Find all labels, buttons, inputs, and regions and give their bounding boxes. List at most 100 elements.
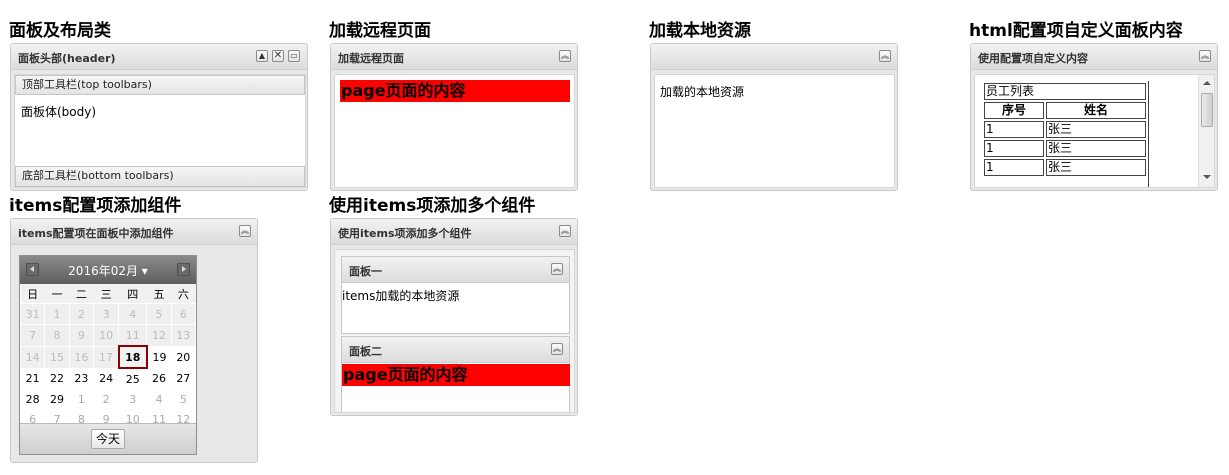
chevron-right-icon xyxy=(182,266,186,272)
local-panel: ︽ 加载的本地资源 xyxy=(650,43,898,191)
vertical-scrollbar[interactable] xyxy=(1198,75,1214,187)
double-chevron-up-icon[interactable]: ︽ xyxy=(551,343,563,355)
panel-header: 使用items项添加多个组件 ︽ xyxy=(331,219,577,245)
table-caption: 员工列表 xyxy=(984,83,1146,100)
calendar-day[interactable]: 24 xyxy=(94,368,119,389)
calendar-day[interactable]: 2 xyxy=(94,389,119,409)
double-chevron-up-icon[interactable]: ︽ xyxy=(559,50,571,62)
calendar-day[interactable]: 19 xyxy=(147,346,171,368)
sub-panel-header: 面板二 ︽ xyxy=(342,337,569,363)
table-header-cell: 序号 xyxy=(984,102,1044,119)
sub-panel-title: 面板二 xyxy=(349,345,382,358)
calendar-day[interactable]: 21 xyxy=(21,368,45,389)
calendar-day: 4 xyxy=(118,303,148,325)
items-multi-panel: 使用items项添加多个组件 ︽ 面板一 ︽ items加载的本地资源 面板二 … xyxy=(330,218,578,416)
calendar-day[interactable]: 20 xyxy=(171,346,195,368)
calendar-day: 31 xyxy=(20,303,46,325)
section-heading-items-multi: 使用items项添加多个组件 xyxy=(329,196,536,216)
calendar-header: 2016年02月 ▾ xyxy=(20,256,196,284)
double-chevron-up-icon[interactable]: ︽ xyxy=(239,225,251,237)
panel-body-container: 顶部工具栏(top toolbars) 面板体(body) 底部工具栏(bott… xyxy=(14,74,306,188)
table-row: 1 张三 xyxy=(984,159,1146,176)
panel-title: items配置项在面板中添加组件 xyxy=(18,227,174,240)
table-cell: 1 xyxy=(984,121,1044,138)
panel-header: ︽ xyxy=(651,44,897,70)
calendar-day-today[interactable]: 18 xyxy=(117,345,148,369)
calendar-day: 3 xyxy=(93,303,120,325)
local-resource-text: 加载的本地资源 xyxy=(660,85,745,99)
sub-panel-title: 面板一 xyxy=(349,265,382,278)
calendar-day: 9 xyxy=(68,324,95,347)
section-heading-layout: 面板及布局类 xyxy=(9,21,111,41)
today-button[interactable]: 今天 xyxy=(91,429,125,449)
calendar-grid: 日 一 二 三 四 五 六 31 1 2 3 4 5 6 7 8 9 10 11… xyxy=(20,284,196,429)
remote-panel: 加载远程页面 ︽ page页面的内容 xyxy=(330,43,578,191)
scroll-thumb[interactable] xyxy=(1201,93,1213,127)
section-heading-remote: 加载远程页面 xyxy=(329,21,431,41)
calendar-day[interactable]: 23 xyxy=(69,368,93,389)
table-header-cell: 姓名 xyxy=(1046,102,1146,119)
next-month-button[interactable] xyxy=(177,263,190,276)
panel-header: 使用配置项自定义内容 ︽ xyxy=(971,44,1217,70)
calendar-day: 11 xyxy=(118,324,148,347)
html-panel: 使用配置项自定义内容 ︽ 员工列表 序号 姓名 1 张三 1 张三 1 张三 xyxy=(970,43,1218,191)
calendar-day[interactable]: 29 xyxy=(45,389,69,409)
table-cell: 张三 xyxy=(1046,140,1146,157)
weekday-label: 二 xyxy=(69,284,94,304)
calendar-day[interactable]: 26 xyxy=(147,368,171,389)
panel-title: 使用items项添加多个组件 xyxy=(338,227,472,240)
double-chevron-up-icon[interactable]: ︽ xyxy=(1199,50,1211,62)
bottom-toolbar: 底部工具栏(bottom toolbars) xyxy=(15,166,305,187)
panel-title: 加载远程页面 xyxy=(338,52,404,65)
calendar-day: 15 xyxy=(44,345,70,369)
panel-body-container: 员工列表 序号 姓名 1 张三 1 张三 1 张三 xyxy=(974,74,1215,188)
calendar-day: 12 xyxy=(146,324,172,347)
scroll-up-icon[interactable] xyxy=(1203,81,1211,85)
panel-body-container: 加载的本地资源 xyxy=(654,74,895,188)
date-picker: 2016年02月 ▾ 日 一 二 三 四 五 六 31 1 2 3 4 5 6 … xyxy=(19,255,197,455)
close-icon[interactable]: ✕ xyxy=(272,50,284,62)
calendar-day: 16 xyxy=(68,345,95,369)
double-chevron-up-icon[interactable]: ︽ xyxy=(559,225,571,237)
calendar-day: 10 xyxy=(93,324,120,347)
calendar-day[interactable]: 3 xyxy=(119,389,147,409)
section-heading-items-add: items配置项添加组件 xyxy=(9,196,182,216)
triangle-up-icon[interactable]: ▲ xyxy=(256,50,268,62)
calendar-day: 13 xyxy=(170,324,196,347)
calendar-day[interactable]: 22 xyxy=(45,368,69,389)
panel-header: items配置项在面板中添加组件 ︽ xyxy=(11,219,257,245)
maximize-icon[interactable]: ▭ xyxy=(288,50,300,62)
weekday-label: 六 xyxy=(171,284,196,304)
weekday-label: 三 xyxy=(93,284,119,304)
calendar-day[interactable]: 25 xyxy=(119,368,147,389)
calendar-day[interactable]: 4 xyxy=(147,389,171,409)
calendar-day[interactable]: 1 xyxy=(69,389,93,409)
panel-body-container: page页面的内容 xyxy=(334,74,575,188)
calendar-day[interactable]: 27 xyxy=(171,368,195,389)
table-cell: 1 xyxy=(984,159,1044,176)
double-chevron-up-icon[interactable]: ︽ xyxy=(879,50,891,62)
table-row: 1 张三 xyxy=(984,140,1146,157)
double-chevron-up-icon[interactable]: ︽ xyxy=(551,263,563,275)
panel-body-text: 面板体(body) xyxy=(21,105,97,119)
employee-table-wrapper: 员工列表 序号 姓名 1 张三 1 张三 1 张三 xyxy=(982,81,1149,187)
top-toolbar: 顶部工具栏(top toolbars) xyxy=(15,75,305,95)
section-heading-local: 加载本地资源 xyxy=(649,21,751,41)
calendar-day: 7 xyxy=(20,324,46,347)
table-cell: 张三 xyxy=(1046,121,1146,138)
sub-panel-header: 面板一 ︽ xyxy=(342,257,569,283)
month-picker[interactable]: 2016年02月 ▾ xyxy=(20,262,196,279)
calendar-day: 1 xyxy=(44,303,70,325)
calendar-day: 6 xyxy=(170,303,196,325)
calendar-day[interactable]: 28 xyxy=(21,389,45,409)
scroll-down-icon[interactable] xyxy=(1203,175,1211,179)
panel-title: 使用配置项自定义内容 xyxy=(978,52,1088,65)
items-add-panel: items配置项在面板中添加组件 ︽ 2016年02月 ▾ 日 一 二 三 四 … xyxy=(10,218,258,463)
employee-table: 员工列表 序号 姓名 1 张三 1 张三 1 张三 xyxy=(982,81,1148,178)
calendar-day[interactable]: 5 xyxy=(171,389,195,409)
calendar-day: 5 xyxy=(146,303,172,325)
sub-panel-text: items加载的本地资源 xyxy=(342,289,460,303)
calendar-day: 2 xyxy=(68,303,95,325)
table-row: 1 张三 xyxy=(984,121,1146,138)
panel-header: 加载远程页面 ︽ xyxy=(331,44,577,70)
